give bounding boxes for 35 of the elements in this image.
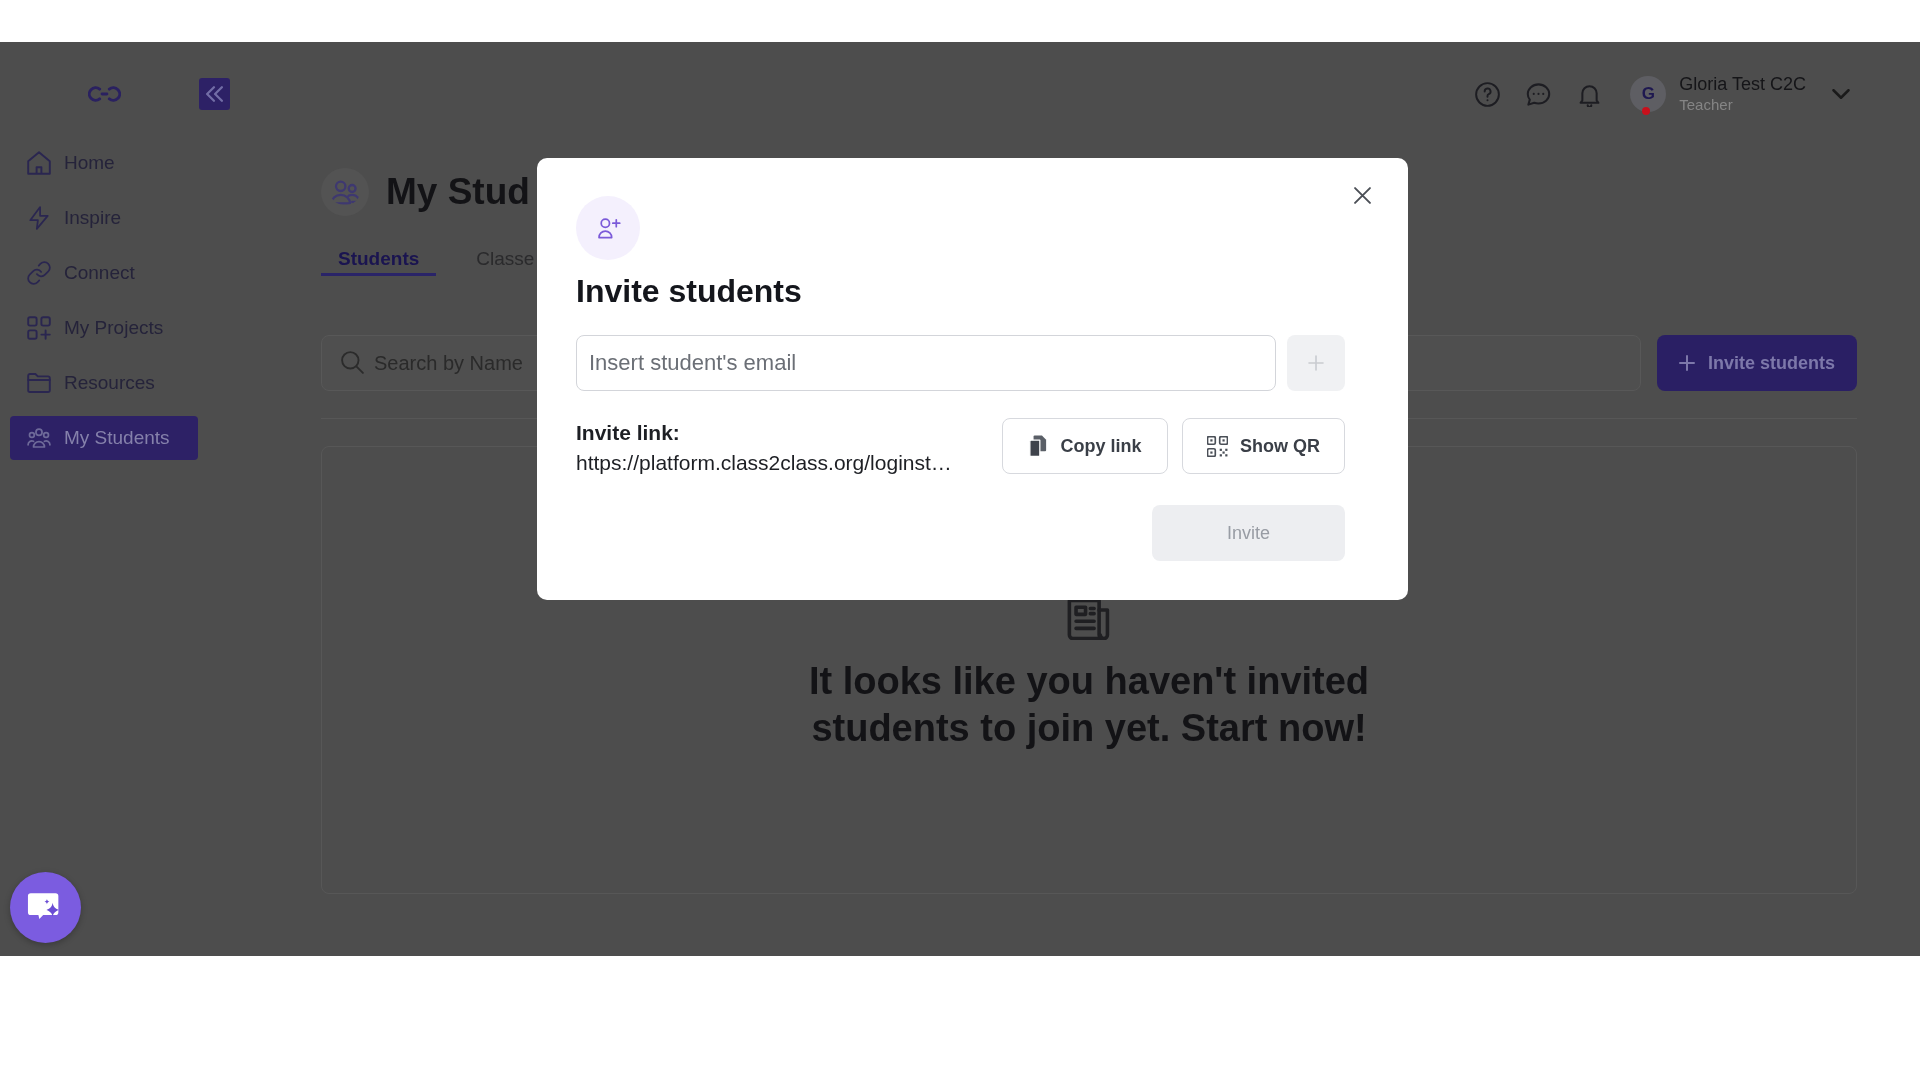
tab[interactable]: Students <box>321 244 437 276</box>
close-icon[interactable] <box>1354 187 1371 204</box>
plus-icon <box>1679 355 1695 371</box>
avatar: G <box>1630 76 1667 112</box>
user-name: Gloria Test C2C <box>1679 73 1806 95</box>
person-plus-icon <box>576 196 640 260</box>
invite-link-url: https://platform.class2class.org/loginst… <box>576 450 952 476</box>
logo-icon[interactable] <box>88 86 121 102</box>
page-title: My Stud <box>386 171 530 213</box>
sidebar-item[interactable]: My Students <box>10 416 198 460</box>
plus-icon <box>1308 355 1324 371</box>
chat-bubble-icon[interactable] <box>1526 81 1552 107</box>
folder-icon <box>27 371 51 395</box>
user-role: Teacher <box>1679 95 1734 115</box>
help-icon[interactable] <box>1475 81 1501 107</box>
people-icon <box>27 426 51 450</box>
squares-plus-icon <box>27 316 51 340</box>
collapse-sidebar-button[interactable] <box>198 78 230 110</box>
invite-students-button[interactable]: Invite students <box>1657 335 1857 391</box>
documents-icon <box>1028 435 1049 457</box>
lightning-icon <box>27 206 51 230</box>
copy-link-button[interactable]: Copy link <box>1002 418 1168 474</box>
invite-link-label: Invite link: <box>576 420 681 446</box>
search-icon <box>341 351 364 374</box>
house-icon <box>27 151 51 175</box>
dialog-title: Invite students <box>576 273 803 309</box>
email-field[interactable]: Insert student's email <box>576 335 1276 391</box>
show-qr-button[interactable]: Show QR <box>1182 418 1345 474</box>
newspaper-icon <box>1067 598 1111 640</box>
chevron-down-icon[interactable] <box>1832 89 1850 99</box>
empty-state-message: It looks like you haven't invited students to join yet. Start now! <box>807 659 1371 751</box>
double-chevron-left-icon <box>206 86 223 102</box>
people-icon <box>321 168 369 216</box>
qr-code-icon <box>1207 435 1228 457</box>
link-icon <box>27 261 51 285</box>
